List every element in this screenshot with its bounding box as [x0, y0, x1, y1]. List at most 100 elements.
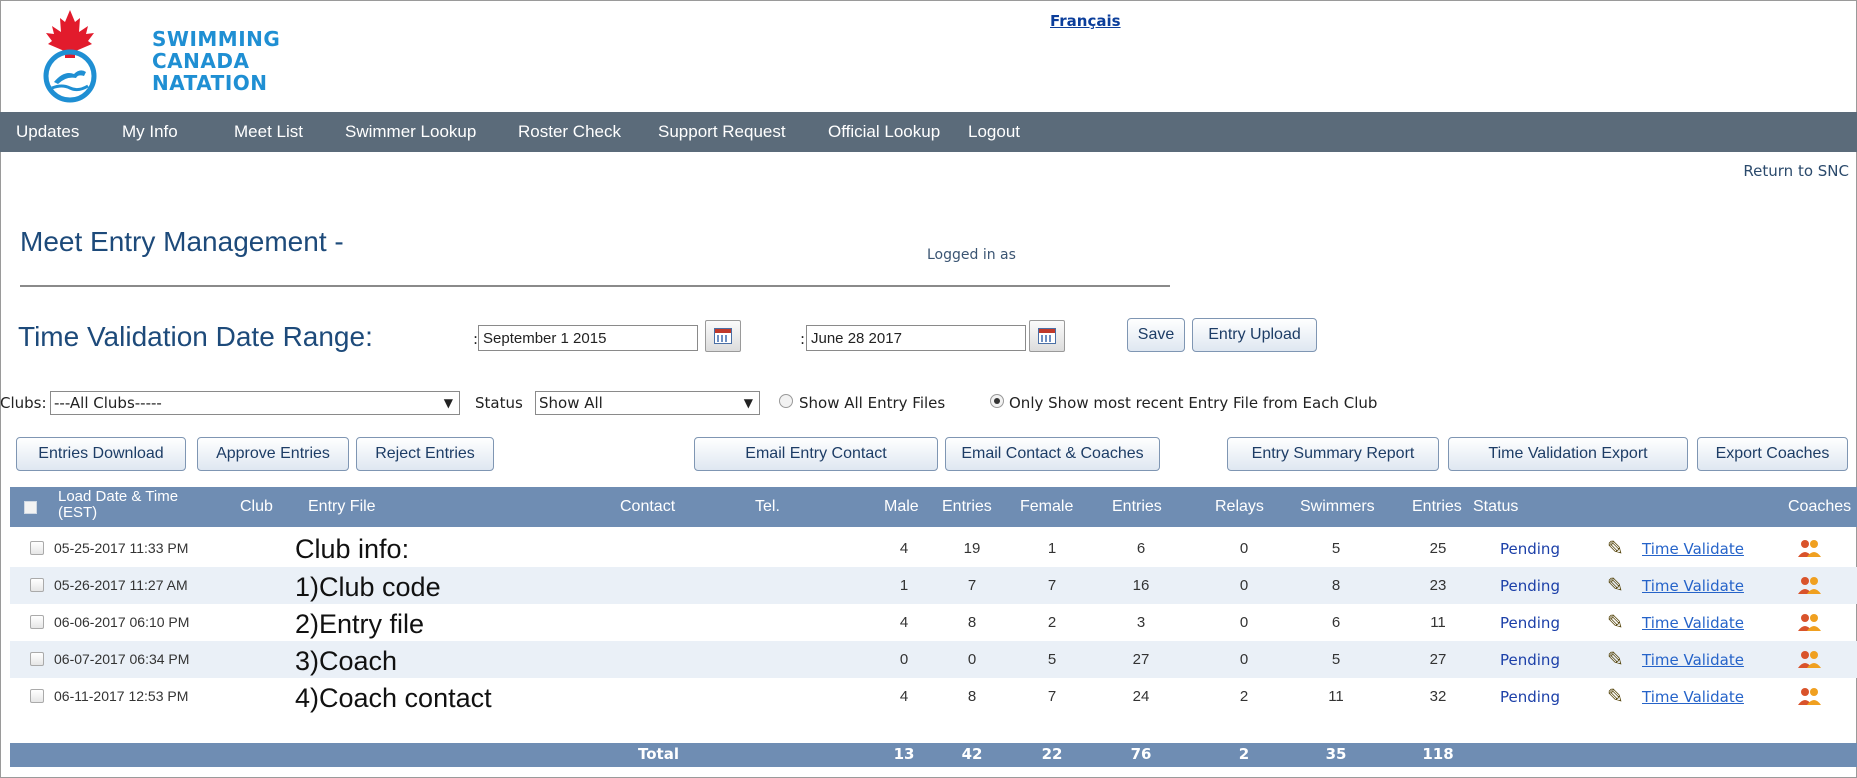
header-tel[interactable]: Tel.: [755, 498, 780, 516]
end-date-calendar-button[interactable]: [1029, 320, 1065, 352]
header-contact[interactable]: Contact: [620, 498, 675, 516]
table-row[interactable]: 05-25-2017 11:33 PM 4 19 1 6 0 5 25 Pend…: [10, 530, 1857, 567]
row-female: 2: [1047, 614, 1057, 631]
show-all-radio[interactable]: [779, 394, 793, 408]
nav-roster-check[interactable]: Roster Check: [518, 122, 621, 142]
nav-official-lookup[interactable]: Official Lookup: [828, 122, 940, 142]
time-validate-link[interactable]: Time Validate: [1642, 688, 1744, 706]
entry-upload-button[interactable]: Entry Upload: [1192, 318, 1317, 352]
coaches-icon[interactable]: [1797, 686, 1823, 706]
header-relays[interactable]: Relays: [1215, 498, 1264, 516]
row-date: 06-11-2017 12:53 PM: [54, 688, 189, 704]
edit-pencil-icon[interactable]: ✎: [1607, 684, 1624, 708]
nav-updates[interactable]: Updates: [16, 122, 79, 142]
logo-line-1: SWIMMING: [152, 27, 281, 51]
time-validation-export-button[interactable]: Time Validation Export: [1448, 437, 1688, 471]
row-entries-female: 6: [1136, 540, 1146, 557]
email-contact-coaches-button[interactable]: Email Contact & Coaches: [945, 437, 1160, 471]
clubs-select[interactable]: ---All Clubs----- ▼: [50, 391, 460, 415]
save-button[interactable]: Save: [1127, 318, 1185, 352]
coaches-icon[interactable]: [1797, 538, 1823, 558]
row-entries-male: 8: [967, 614, 977, 631]
edit-pencil-icon[interactable]: ✎: [1607, 610, 1624, 634]
header-entries-total[interactable]: Entries: [1412, 498, 1462, 516]
row-checkbox[interactable]: [30, 541, 44, 555]
entry-summary-report-button[interactable]: Entry Summary Report: [1227, 437, 1439, 471]
logo-line-2: CANADA: [152, 49, 250, 73]
row-entries-male: 19: [963, 540, 981, 557]
language-link[interactable]: Français: [1050, 12, 1121, 30]
calendar-icon: [1038, 328, 1056, 344]
nav-meet-list[interactable]: Meet List: [234, 122, 303, 142]
row-swimmers: 8: [1331, 577, 1341, 594]
nav-support-request[interactable]: Support Request: [658, 122, 786, 142]
row-checkbox[interactable]: [30, 689, 44, 703]
header-entries-female[interactable]: Entries: [1112, 498, 1162, 516]
start-date-calendar-button[interactable]: [705, 320, 741, 352]
date-range-title: Time Validation Date Range:: [18, 321, 373, 352]
header-female[interactable]: Female: [1020, 498, 1073, 516]
email-entry-contact-button[interactable]: Email Entry Contact: [694, 437, 938, 471]
end-date-input[interactable]: June 28 2017: [806, 325, 1026, 351]
header-coaches[interactable]: Coaches: [1788, 498, 1851, 516]
header-entries-male[interactable]: Entries: [942, 498, 992, 516]
return-to-snc-link[interactable]: Return to SNC: [1743, 162, 1849, 180]
table-row[interactable]: 06-07-2017 06:34 PM 0 0 5 27 0 5 27 Pend…: [10, 641, 1857, 678]
title-divider: [20, 285, 1170, 287]
nav-my-info[interactable]: My Info: [122, 122, 178, 142]
time-validate-link[interactable]: Time Validate: [1642, 651, 1744, 669]
clubs-select-value: ---All Clubs-----: [54, 394, 162, 412]
reject-entries-button[interactable]: Reject Entries: [356, 437, 494, 471]
status-badge: Pending: [1500, 614, 1560, 632]
nav-swimmer-lookup[interactable]: Swimmer Lookup: [345, 122, 476, 142]
table-row[interactable]: 06-06-2017 06:10 PM 4 8 2 3 0 6 11 Pendi…: [10, 604, 1857, 641]
table-header: Load Date & Time (EST) Club Entry File C…: [10, 487, 1857, 527]
row-entries-female: 3: [1136, 614, 1146, 631]
coaches-icon[interactable]: [1797, 649, 1823, 669]
row-entries-male: 0: [967, 651, 977, 668]
swimming-canada-logo[interactable]: SWIMMING CANADA NATATION: [22, 8, 280, 104]
row-female: 1: [1047, 540, 1057, 557]
row-checkbox[interactable]: [30, 578, 44, 592]
status-badge: Pending: [1500, 577, 1560, 595]
logo-line-3: NATATION: [152, 71, 268, 95]
approve-entries-button[interactable]: Approve Entries: [197, 437, 349, 471]
header-swimmers[interactable]: Swimmers: [1300, 498, 1375, 516]
entries-download-button[interactable]: Entries Download: [16, 437, 186, 471]
header-load-date[interactable]: Load Date & Time (EST): [58, 489, 178, 521]
select-all-checkbox[interactable]: [24, 501, 37, 514]
coaches-icon[interactable]: [1797, 612, 1823, 632]
row-male: 4: [899, 540, 909, 557]
row-swimmers: 11: [1328, 688, 1344, 705]
row-checkbox[interactable]: [30, 615, 44, 629]
header-entry-file[interactable]: Entry File: [308, 498, 376, 516]
table-row[interactable]: 06-11-2017 12:53 PM 4 8 7 24 2 11 32 Pen…: [10, 678, 1857, 715]
most-recent-radio[interactable]: [990, 394, 1004, 408]
time-validate-link[interactable]: Time Validate: [1642, 614, 1744, 632]
table-row[interactable]: 05-26-2017 11:27 AM 1 7 7 16 0 8 23 Pend…: [10, 567, 1857, 604]
time-validate-link[interactable]: Time Validate: [1642, 577, 1744, 595]
header-status[interactable]: Status: [1473, 498, 1518, 516]
dropdown-arrow-icon: ▼: [443, 396, 453, 410]
status-select[interactable]: Show All ▼: [535, 391, 760, 415]
row-relays: 0: [1239, 577, 1249, 594]
edit-pencil-icon[interactable]: ✎: [1607, 536, 1624, 560]
export-coaches-button[interactable]: Export Coaches: [1697, 437, 1848, 471]
header-male[interactable]: Male: [884, 498, 919, 516]
edit-pencil-icon[interactable]: ✎: [1607, 647, 1624, 671]
row-entries-male: 7: [967, 577, 977, 594]
start-date-input[interactable]: September 1 2015: [478, 325, 698, 351]
most-recent-label: Only Show most recent Entry File from Ea…: [1009, 394, 1378, 412]
row-checkbox[interactable]: [30, 652, 44, 666]
row-entries-female: 27: [1132, 651, 1150, 668]
row-male: 0: [899, 651, 909, 668]
header-club[interactable]: Club: [240, 498, 273, 516]
coaches-icon[interactable]: [1797, 575, 1823, 595]
total-entries: 118: [1422, 745, 1454, 763]
nav-logout[interactable]: Logout: [968, 122, 1020, 142]
edit-pencil-icon[interactable]: ✎: [1607, 573, 1624, 597]
time-validate-link[interactable]: Time Validate: [1642, 540, 1744, 558]
row-date: 05-25-2017 11:33 PM: [54, 540, 189, 556]
row-entries: 32: [1429, 688, 1447, 705]
header-load-date-line1: Load Date & Time: [58, 488, 179, 505]
